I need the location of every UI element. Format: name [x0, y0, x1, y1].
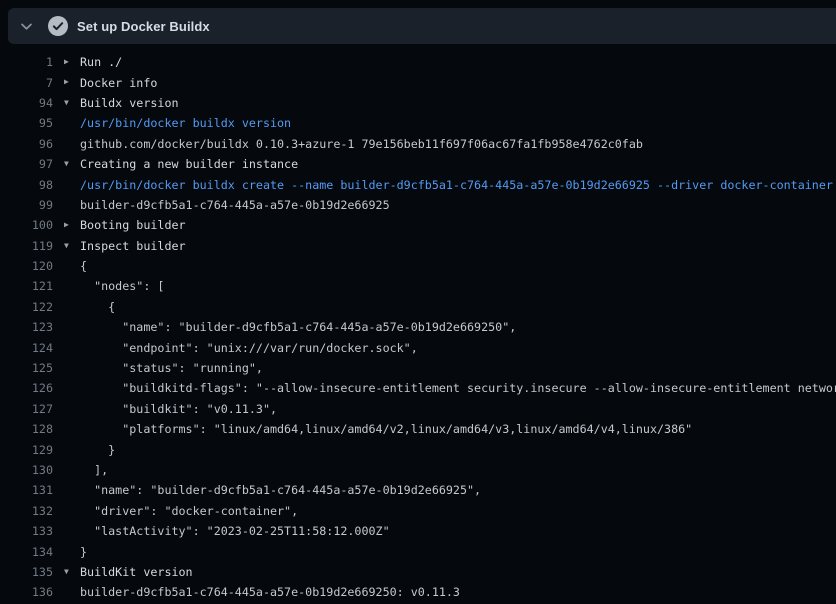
log-group-title[interactable]: Inspect builder	[80, 239, 186, 253]
log-viewer: 1▶Run ./7▶Docker info94▼Buildx version95…	[0, 44, 836, 604]
log-output-text: "lastActivity": "2023-02-25T11:58:12.000…	[80, 524, 390, 538]
log-command-text: /usr/bin/docker buildx create --name bui…	[80, 178, 833, 192]
line-number[interactable]: 135	[0, 565, 53, 579]
line-number[interactable]: 133	[0, 524, 53, 538]
line-number[interactable]: 99	[0, 198, 53, 212]
log-line: 133 "lastActivity": "2023-02-25T11:58:12…	[0, 521, 836, 541]
log-output-text: "buildkitd-flags": "--allow-insecure-ent…	[80, 381, 836, 395]
log-group-title[interactable]: Buildx version	[80, 96, 179, 110]
log-line: 7▶Docker info	[0, 72, 836, 92]
log-line: 1▶Run ./	[0, 52, 836, 72]
log-output-text: github.com/docker/buildx 0.10.3+azure-1 …	[80, 137, 643, 151]
log-command-text: /usr/bin/docker buildx version	[80, 116, 291, 130]
line-number[interactable]: 127	[0, 402, 53, 416]
line-number[interactable]: 128	[0, 422, 53, 436]
line-number[interactable]: 120	[0, 259, 53, 273]
log-line: 122 {	[0, 297, 836, 317]
log-line: 123 "name": "builder-d9cfb5a1-c764-445a-…	[0, 317, 836, 337]
line-number[interactable]: 124	[0, 341, 53, 355]
log-group-title[interactable]: Run ./	[80, 55, 122, 69]
log-line: 132 "driver": "docker-container",	[0, 501, 836, 521]
log-output-text: "nodes": [	[80, 279, 164, 293]
log-line: 129 }	[0, 439, 836, 459]
chevron-down-icon[interactable]	[19, 19, 34, 34]
log-group-title[interactable]: Docker info	[80, 76, 157, 90]
line-number[interactable]: 123	[0, 320, 53, 334]
log-output-text: "name": "builder-d9cfb5a1-c764-445a-a57e…	[80, 483, 481, 497]
log-line: 126 "buildkitd-flags": "--allow-insecure…	[0, 378, 836, 398]
triangle-down-icon[interactable]: ▼	[53, 154, 80, 174]
log-output-text: ],	[80, 463, 108, 477]
log-output-text: }	[80, 443, 115, 457]
line-number[interactable]: 136	[0, 585, 53, 599]
log-line: 121 "nodes": [	[0, 276, 836, 296]
log-group-title[interactable]: BuildKit version	[80, 565, 193, 579]
triangle-down-icon[interactable]: ▼	[53, 562, 80, 582]
step-title: Set up Docker Buildx	[77, 19, 210, 34]
line-number[interactable]: 129	[0, 443, 53, 457]
log-output-text: "buildkit": "v0.11.3",	[80, 402, 277, 416]
log-line: 127 "buildkit": "v0.11.3",	[0, 399, 836, 419]
line-number[interactable]: 125	[0, 361, 53, 375]
line-number[interactable]: 121	[0, 279, 53, 293]
line-number[interactable]: 126	[0, 381, 53, 395]
line-number[interactable]: 131	[0, 483, 53, 497]
log-line: 99 builder-d9cfb5a1-c764-445a-a57e-0b19d2…	[0, 195, 836, 215]
line-number[interactable]: 130	[0, 463, 53, 477]
log-group-title[interactable]: Booting builder	[80, 218, 186, 232]
triangle-down-icon[interactable]: ▼	[53, 93, 80, 113]
log-line: 94▼Buildx version	[0, 93, 836, 113]
triangle-down-icon[interactable]: ▼	[53, 236, 80, 256]
log-line: 130 ],	[0, 460, 836, 480]
log-line: 100▶Booting builder	[0, 215, 836, 235]
log-output-text: builder-d9cfb5a1-c764-445a-a57e-0b19d2e6…	[80, 585, 460, 599]
log-output-text: "endpoint": "unix:///var/run/docker.sock…	[80, 341, 418, 355]
log-line: 134}	[0, 541, 836, 561]
log-line: 128 "platforms": "linux/amd64,linux/amd6…	[0, 419, 836, 439]
line-number[interactable]: 134	[0, 545, 53, 559]
line-number[interactable]: 1	[0, 55, 53, 69]
log-line: 135▼BuildKit version	[0, 562, 836, 582]
log-line: 119▼Inspect builder	[0, 236, 836, 256]
log-output-text: {	[80, 300, 115, 314]
log-line: 120 {	[0, 256, 836, 276]
log-line: 98/usr/bin/docker buildx create --name b…	[0, 174, 836, 194]
log-line: 96 github.com/docker/buildx 0.10.3+azure-…	[0, 134, 836, 154]
line-number[interactable]: 132	[0, 504, 53, 518]
line-number[interactable]: 98	[0, 178, 53, 192]
log-group-title[interactable]: Creating a new builder instance	[80, 157, 298, 171]
log-output-text: }	[80, 545, 87, 559]
step-header[interactable]: Set up Docker Buildx	[8, 8, 836, 44]
check-circle-icon	[48, 16, 68, 36]
log-line: 95/usr/bin/docker buildx version	[0, 113, 836, 133]
log-line: 136 builder-d9cfb5a1-c764-445a-a57e-0b19d…	[0, 582, 836, 602]
log-output-text: "driver": "docker-container",	[80, 504, 298, 518]
triangle-right-icon[interactable]: ▶	[53, 52, 80, 72]
triangle-right-icon[interactable]: ▶	[53, 215, 80, 235]
line-number[interactable]: 100	[0, 218, 53, 232]
line-number[interactable]: 7	[0, 76, 53, 90]
line-number[interactable]: 97	[0, 157, 53, 171]
log-line: 97▼Creating a new builder instance	[0, 154, 836, 174]
log-line: 125 "status": "running",	[0, 358, 836, 378]
log-output-text: "platforms": "linux/amd64,linux/amd64/v2…	[80, 422, 692, 436]
log-output-text: "name": "builder-d9cfb5a1-c764-445a-a57e…	[80, 320, 516, 334]
line-number[interactable]: 119	[0, 239, 53, 253]
line-number[interactable]: 95	[0, 116, 53, 130]
log-output-text: builder-d9cfb5a1-c764-445a-a57e-0b19d2e6…	[80, 198, 390, 212]
triangle-right-icon[interactable]: ▶	[53, 72, 80, 92]
line-number[interactable]: 94	[0, 96, 53, 110]
log-output-text: "status": "running",	[80, 361, 263, 375]
log-line: 131 "name": "builder-d9cfb5a1-c764-445a-…	[0, 480, 836, 500]
log-line: 124 "endpoint": "unix:///var/run/docker.…	[0, 337, 836, 357]
line-number[interactable]: 96	[0, 137, 53, 151]
line-number[interactable]: 122	[0, 300, 53, 314]
log-output-text: {	[80, 259, 87, 273]
